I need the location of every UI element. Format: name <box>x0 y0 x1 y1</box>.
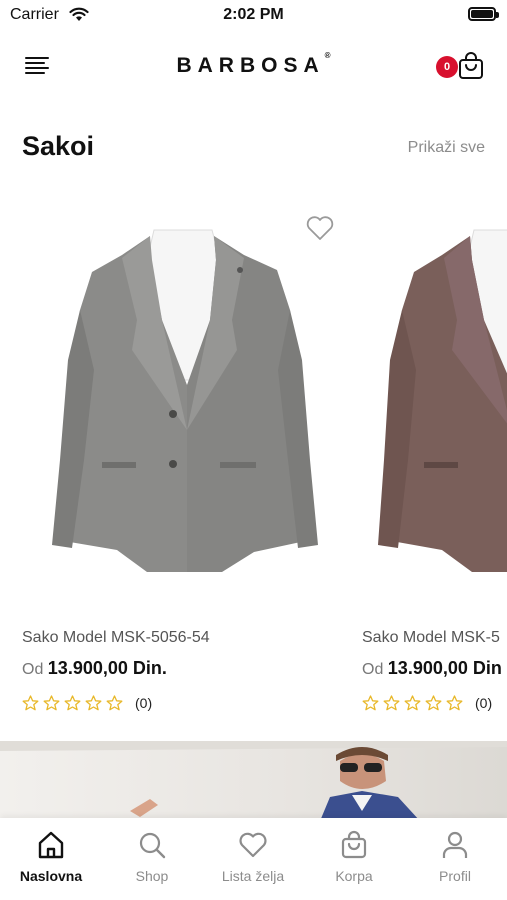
product-image-jacket[interactable] <box>22 200 352 600</box>
product-price: Od 13.900,00 Din. <box>22 658 167 679</box>
status-bar: Carrier 2:02 PM <box>0 0 507 30</box>
brand-logo[interactable]: BARBOSA® <box>0 51 507 78</box>
tab-label: Naslovna <box>19 868 83 884</box>
star-outline-icon <box>64 695 81 711</box>
product-card[interactable]: Sako Model MSK-5 Od 13.900,00 Din (0) <box>362 200 507 730</box>
bottom-tab-bar: Naslovna Shop Lista želja Korpa Profil <box>0 818 507 900</box>
product-card[interactable]: Sako Model MSK-5056-54 Od 13.900,00 Din.… <box>22 200 352 730</box>
star-outline-icon <box>446 695 463 711</box>
product-carousel[interactable]: Sako Model MSK-5056-54 Od 13.900,00 Din.… <box>0 200 507 730</box>
price-amount: 13.900,00 Din <box>387 658 502 678</box>
price-amount: 13.900,00 Din. <box>47 658 167 678</box>
tab-shop[interactable]: Shop <box>107 830 197 884</box>
price-prefix: Od <box>22 661 44 678</box>
home-icon <box>38 831 64 859</box>
user-icon <box>442 831 468 858</box>
review-count: (0) <box>475 695 493 711</box>
star-outline-icon <box>362 695 379 711</box>
cart-count-badge: 0 <box>436 56 458 78</box>
tab-profil[interactable]: Profil <box>410 830 500 884</box>
search-icon <box>139 832 166 859</box>
product-price: Od 13.900,00 Din <box>362 658 502 679</box>
section-title: Sakoi <box>22 131 95 161</box>
tab-label: Lista želja <box>221 868 285 884</box>
tab-korpa[interactable]: Korpa <box>309 830 399 884</box>
star-outline-icon <box>85 695 102 711</box>
product-name[interactable]: Sako Model MSK-5056-54 <box>22 629 210 647</box>
tab-label: Shop <box>135 868 169 884</box>
star-outline-icon <box>22 695 39 711</box>
tab-lista-zelja[interactable]: Lista želja <box>208 830 298 884</box>
star-outline-icon <box>383 695 400 711</box>
product-image-jacket[interactable] <box>362 200 507 600</box>
review-count: (0) <box>135 695 153 711</box>
product-name[interactable]: Sako Model MSK-5 <box>362 629 500 647</box>
star-outline-icon <box>43 695 60 711</box>
bag-icon <box>341 830 367 859</box>
tab-label: Korpa <box>335 868 373 884</box>
star-outline-icon <box>106 695 123 711</box>
product-rating: (0) <box>22 695 152 711</box>
promo-banner[interactable] <box>0 741 507 821</box>
star-outline-icon <box>425 695 442 711</box>
product-rating: (0) <box>362 695 492 711</box>
app-header: BARBOSA® 0 <box>0 40 507 92</box>
status-time: 2:02 PM <box>223 6 284 23</box>
tab-label: Profil <box>439 868 471 884</box>
banner-photo <box>0 741 507 821</box>
favorite-heart-icon[interactable] <box>305 214 335 242</box>
cart-bag-icon[interactable] <box>458 52 484 80</box>
price-prefix: Od <box>362 661 384 678</box>
tab-naslovna[interactable]: Naslovna <box>6 830 96 884</box>
see-all-link[interactable]: Prikaži sve <box>408 139 485 157</box>
heart-icon <box>239 832 267 858</box>
star-outline-icon <box>404 695 421 711</box>
battery-icon <box>468 7 499 21</box>
